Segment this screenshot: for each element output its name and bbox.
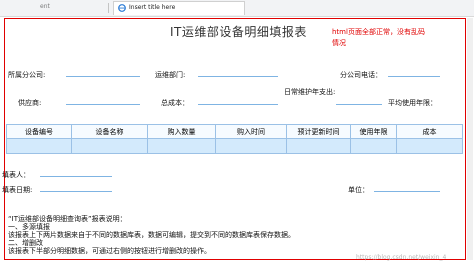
col-header-quantity: 购入数量 <box>147 124 216 139</box>
phone-label: 分公司电话： <box>340 71 382 79</box>
cell-service-years[interactable] <box>350 138 397 154</box>
ie-page-icon <box>118 4 126 12</box>
explanation-line-4: 该报表下半部分明细数据，可通过右侧的按钮进行增删改的操作。 <box>8 247 211 255</box>
company-field[interactable] <box>66 68 140 77</box>
previous-tab-label: ent <box>40 3 50 10</box>
previous-tab[interactable]: ent <box>0 2 104 14</box>
col-header-update-time: 预计更新时间 <box>286 124 351 139</box>
active-tab-label: Insert title here <box>129 4 176 11</box>
cell-device-name[interactable] <box>71 138 148 154</box>
col-header-service-years: 使用年限 <box>350 124 397 139</box>
cell-update-time[interactable] <box>286 138 351 154</box>
device-table: 设备编号 设备名称 购入数量 购入时间 预计更新时间 使用年限 成本 <box>6 124 463 154</box>
supplier-label: 供应商: <box>18 99 42 107</box>
fill-date-label: 填表日期: <box>2 186 33 194</box>
total-cost-field[interactable] <box>198 96 278 105</box>
vertical-scrollbar[interactable] <box>467 18 473 260</box>
company-label: 所属分公司: <box>8 71 46 79</box>
unit-label: 单位： <box>348 186 369 194</box>
maintenance-label: 日常维护年支出: <box>284 88 336 96</box>
avg-years-label: 平均使用年限： <box>388 99 437 107</box>
dept-field[interactable] <box>198 68 278 77</box>
table-row <box>6 138 463 154</box>
total-cost-label: 总成本： <box>161 99 189 107</box>
col-header-purchase-time: 购入时间 <box>215 124 287 139</box>
table-header-row: 设备编号 设备名称 购入数量 购入时间 预计更新时间 使用年限 成本 <box>6 124 463 139</box>
fill-date-field[interactable] <box>40 183 112 192</box>
watermark-text: https://blog.csdn.net/weixin_4 <box>356 254 447 261</box>
filler-field[interactable] <box>40 168 112 177</box>
cell-quantity[interactable] <box>147 138 216 154</box>
dept-label: 运维部门: <box>155 71 186 79</box>
page-title: IT运维部设备明细填报表 <box>170 25 307 39</box>
tab-divider <box>108 3 109 13</box>
col-header-cost: 成本 <box>396 124 463 139</box>
explanation-line-2: 该报表上下两片数据来自于不同的数据库表，数据可编辑，提交到不同的数据库表保存数据… <box>8 231 295 239</box>
supplier-field[interactable] <box>66 96 140 105</box>
cell-cost[interactable] <box>396 138 463 154</box>
phone-field[interactable] <box>388 68 440 77</box>
explanation-line-1: 一、多源填报 <box>8 223 50 231</box>
browser-tab-strip: ent Insert title here <box>0 0 474 17</box>
cell-purchase-time[interactable] <box>215 138 287 154</box>
explanation-line-3: 二、增删改 <box>8 239 43 247</box>
annotation-note: html页面全部正常，没有乱码情况 <box>332 28 425 47</box>
filler-label: 填表人： <box>2 171 30 179</box>
maintenance-field[interactable] <box>336 96 382 105</box>
col-header-device-id: 设备编号 <box>6 124 72 139</box>
unit-field[interactable] <box>374 183 440 192</box>
cell-device-id[interactable] <box>6 138 72 154</box>
active-tab[interactable]: Insert title here <box>113 1 245 15</box>
explanation-heading: “IT运维部设备明细查询表”报表说明： <box>8 215 127 223</box>
col-header-device-name: 设备名称 <box>71 124 148 139</box>
